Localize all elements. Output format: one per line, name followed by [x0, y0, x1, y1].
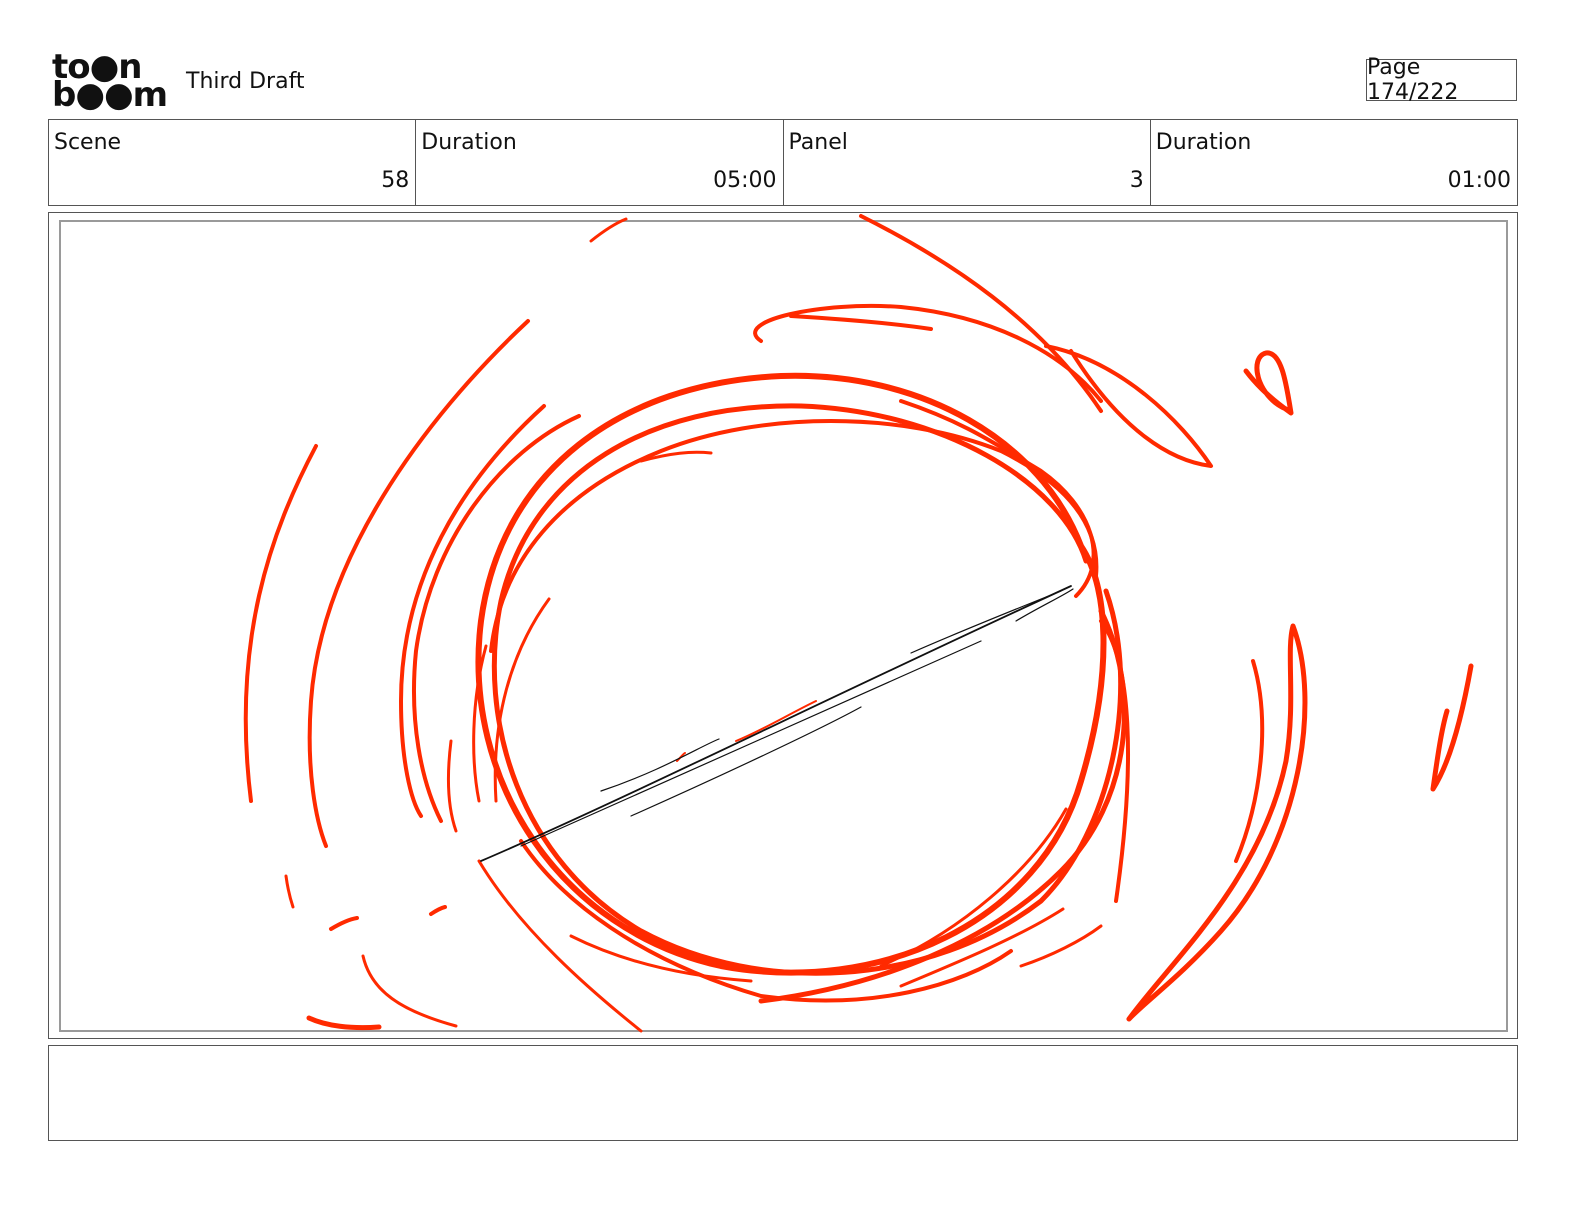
fragment-4	[361, 954, 458, 1028]
small-loop	[1243, 350, 1294, 416]
panel-duration-cell: Duration 01:00	[1151, 120, 1517, 205]
scene-label: Scene	[54, 130, 122, 155]
document-title: Third Draft	[186, 69, 305, 94]
left-arc-1	[243, 444, 318, 803]
diagonal-line-5	[910, 590, 1062, 654]
top-arc-3	[789, 314, 933, 331]
diagonal-line-2	[520, 640, 982, 847]
red-sketch-strokes	[243, 214, 1474, 1033]
safe-area-frame	[59, 220, 1508, 1032]
fragment-2	[329, 916, 359, 931]
panel-cell: Panel 3	[784, 120, 1151, 205]
top-arc-4	[1044, 344, 1213, 468]
top-arc-5	[589, 217, 628, 243]
black-sketch-strokes	[480, 585, 1074, 862]
page-number-label: Page 174/222	[1367, 55, 1459, 105]
diagonal-line-6	[1015, 588, 1074, 622]
page-number: Page 174/222	[1366, 55, 1517, 105]
left-arc-5	[493, 597, 551, 803]
fragment-5	[306, 1015, 382, 1031]
red-mark-1	[735, 700, 817, 742]
circle-stroke-1	[475, 372, 1107, 976]
far-right-arc-2	[1126, 623, 1308, 1022]
scene-info-table: Scene 58 Duration 05:00 Panel 3 Duration…	[48, 119, 1518, 206]
caption-box	[48, 1045, 1518, 1141]
scene-duration-cell: Duration 05:00	[416, 120, 784, 205]
logo-word-boom: b●●m	[52, 75, 168, 115]
panel-sketch	[59, 214, 1508, 1033]
fragment-3	[429, 905, 447, 916]
panel-duration-value: 01:00	[1447, 168, 1511, 193]
scene-duration-value: 05:00	[713, 168, 777, 193]
far-right-flick	[1430, 663, 1474, 792]
diagonal-line-3	[630, 706, 862, 817]
toon-boom-logo: to●n b●●m	[52, 50, 168, 115]
far-right-arc-1	[1234, 659, 1265, 863]
fragment-1	[284, 874, 295, 909]
top-arc-2	[753, 303, 1103, 403]
diagonal-line-1	[480, 585, 1072, 862]
top-arc-1	[859, 214, 1103, 413]
scene-value: 58	[381, 168, 410, 193]
panel-label: Panel	[788, 130, 848, 155]
right-arc-3	[1019, 924, 1103, 968]
storyboard-panel	[48, 212, 1518, 1039]
scene-duration-label: Duration	[421, 130, 517, 155]
panel-duration-label: Duration	[1155, 130, 1252, 155]
circle-stroke-5	[519, 839, 1013, 1003]
panel-value: 3	[1129, 168, 1144, 193]
scene-cell: Scene 58	[49, 120, 417, 205]
left-arc-7	[447, 739, 458, 833]
